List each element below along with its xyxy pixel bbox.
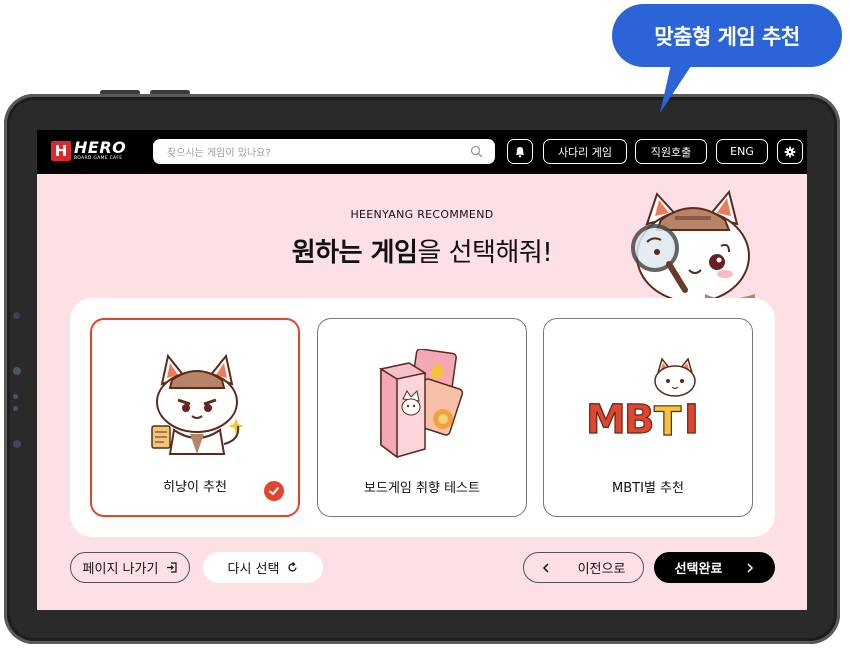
call-staff-label: 직원호출 (650, 145, 692, 159)
sensor-dot (13, 312, 20, 319)
app-screen: H HERO BOARD GAME CAFE 찾으시는 게임이 있나요? 사다리… (37, 130, 807, 610)
reselect-label: 다시 선택 (227, 562, 280, 577)
language-label: ENG (730, 145, 754, 158)
settings-button[interactable] (777, 139, 803, 164)
refresh-icon (288, 562, 298, 572)
exit-icon (167, 562, 178, 573)
notification-button[interactable] (507, 139, 533, 164)
card-label: MBTI별 추천 (612, 481, 684, 496)
board-game-box-illustration (379, 349, 464, 459)
cat-detective-illustration (151, 353, 244, 455)
exit-page-button[interactable]: 페이지 나가기 (70, 552, 190, 583)
top-bar: H HERO BOARD GAME CAFE 찾으시는 게임이 있나요? 사다리… (37, 130, 807, 174)
mbti-cat-illustration: M B T I (585, 357, 699, 446)
mbti-letter-b: B (624, 397, 655, 443)
title-bold: 원하는 게임 (291, 238, 418, 268)
mbti-letter-i: I (684, 397, 699, 443)
ladder-game-label: 사다리 게임 (557, 145, 613, 159)
cat-detective-mascot (631, 189, 755, 306)
search-icon[interactable] (470, 145, 483, 158)
recommend-bubble: 맞춤형 게임 추천 (612, 4, 842, 67)
card-label: 보드게임 취향 테스트 (364, 481, 480, 496)
option-panel: 히냥이 추천 보드게임 취향 테스트 M B T I MBTI별 추천 (70, 298, 775, 537)
hero-logo[interactable]: H HERO BOARD GAME CAFE (51, 140, 126, 162)
chevron-right-icon (747, 562, 754, 573)
chevron-left-icon (542, 562, 549, 573)
gear-icon (784, 146, 796, 157)
search-placeholder: 찾으시는 게임이 있나요? (167, 148, 271, 159)
title-rest: 을 선택해줘! (417, 238, 553, 268)
camera-dot (13, 440, 21, 448)
bubble-text: 맞춤형 게임 추천 (654, 24, 800, 49)
ladder-game-button[interactable]: 사다리 게임 (543, 139, 627, 164)
card-boardgame-taste-test[interactable]: 보드게임 취향 테스트 (317, 318, 527, 517)
search-input[interactable]: 찾으시는 게임이 있나요? (153, 139, 495, 164)
exit-page-label: 페이지 나가기 (82, 562, 159, 577)
done-button[interactable]: 선택완료 (654, 552, 775, 583)
card-mbti-recommend[interactable]: M B T I MBTI별 추천 (543, 318, 753, 517)
card-heenyang-recommend[interactable]: 히냥이 추천 (90, 318, 300, 517)
sensor-dot (13, 394, 18, 399)
logo-mark: H (51, 140, 71, 161)
check-icon (264, 481, 284, 501)
sensor-dot (13, 367, 21, 375)
call-staff-button[interactable]: 직원호출 (635, 139, 707, 164)
done-label: 선택완료 (674, 562, 723, 577)
logo-subtitle: BOARD GAME CAFE (74, 156, 123, 161)
mbti-letter-t: T (654, 399, 682, 445)
bell-icon (515, 146, 525, 157)
previous-label: 이전으로 (577, 562, 626, 577)
mbti-letter-m: M (586, 397, 626, 443)
sensor-dot (13, 406, 18, 411)
logo-title: HERO (74, 138, 127, 157)
previous-button[interactable]: 이전으로 (523, 552, 644, 583)
reselect-button[interactable]: 다시 선택 (203, 552, 323, 583)
language-button[interactable]: ENG (716, 139, 768, 164)
